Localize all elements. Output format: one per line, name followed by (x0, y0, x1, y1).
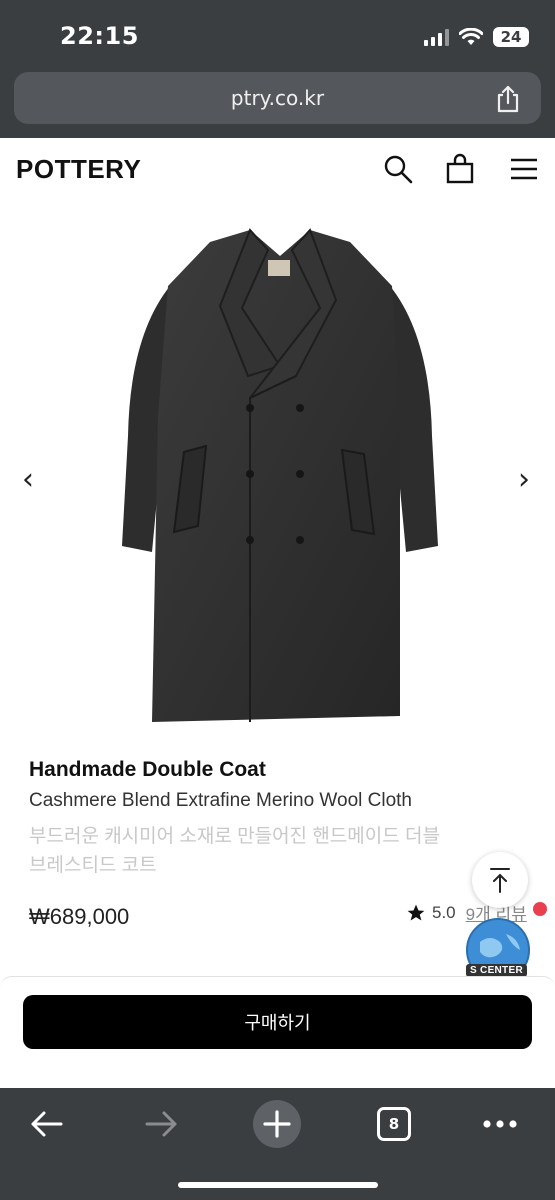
product-price: ₩689,000 (29, 904, 130, 929)
new-tab-button[interactable] (253, 1100, 301, 1148)
more-button[interactable] (478, 1100, 522, 1148)
product-description: 부드러운 캐시미어 소재로 만들어진 핸드메이드 더블 브레스티드 코트 (29, 826, 440, 876)
purchase-panel: 구매하기 (0, 976, 555, 1089)
site-logo[interactable]: POTTERY (16, 154, 141, 185)
star-icon (407, 904, 425, 920)
arrow-up-icon (490, 868, 510, 893)
gallery-prev-arrow[interactable]: ‹ (22, 462, 34, 497)
scroll-to-top-button[interactable] (472, 852, 528, 908)
back-icon (31, 1111, 63, 1137)
url-text: ptry.co.kr (230, 86, 325, 110)
browser-top-bar: 22:15 24 ptry.co.kr (0, 0, 555, 138)
search-icon[interactable] (382, 152, 414, 186)
home-indicator (178, 1182, 378, 1188)
forward-button[interactable] (140, 1100, 184, 1148)
plus-icon (263, 1110, 291, 1138)
cellular-signal-icon (424, 28, 449, 46)
more-icon (483, 1120, 517, 1128)
notification-dot (533, 902, 547, 916)
tabs-count: 8 (377, 1107, 411, 1141)
tabs-button[interactable]: 8 (374, 1100, 414, 1148)
back-button[interactable] (24, 1100, 68, 1148)
shopping-bag-icon[interactable] (444, 152, 476, 186)
wifi-icon (459, 28, 483, 45)
product-subtitle: Cashmere Blend Extrafine Merino Wool Clo… (29, 790, 412, 811)
status-icons: 24 (424, 24, 529, 50)
gallery-next-arrow[interactable]: › (518, 462, 530, 497)
forward-icon (145, 1111, 177, 1137)
buy-button[interactable]: 구매하기 (23, 995, 532, 1049)
status-time: 22:15 (60, 22, 139, 50)
site-header: POTTERY (0, 138, 555, 204)
share-icon[interactable] (495, 84, 521, 114)
menu-icon[interactable] (508, 152, 540, 186)
address-bar[interactable]: ptry.co.kr (14, 72, 541, 124)
product-title: Handmade Double Coat (29, 758, 266, 781)
rating-value: 5.0 (432, 902, 456, 922)
product-image (122, 228, 438, 722)
battery-indicator: 24 (493, 27, 529, 47)
